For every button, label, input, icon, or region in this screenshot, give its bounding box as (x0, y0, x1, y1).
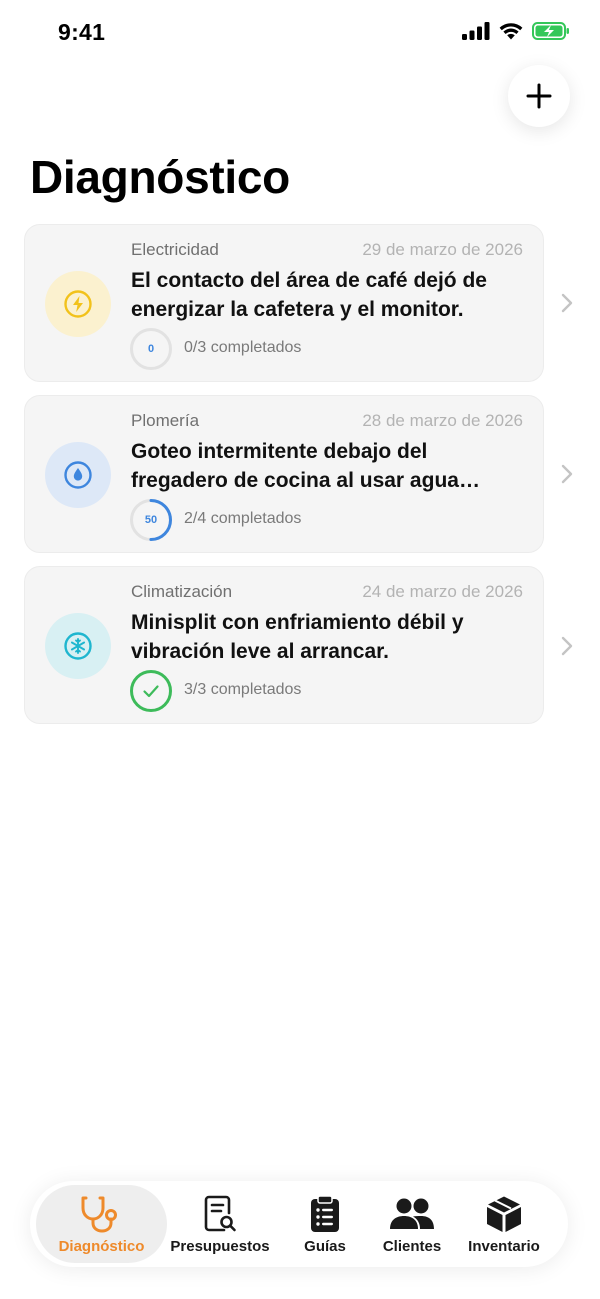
tab-inventario[interactable]: Inventario (458, 1185, 550, 1263)
card-date: 28 de marzo de 2026 (362, 411, 523, 430)
chevron-right-icon[interactable] (560, 635, 574, 657)
tab-diagnostico[interactable]: Diagnóstico (36, 1185, 167, 1263)
status-time: 9:41 (58, 19, 106, 45)
progress-percent: 50 (144, 514, 158, 526)
card-category: Climatización (131, 582, 233, 601)
plus-icon (526, 83, 552, 109)
cellular-signal-icon (462, 22, 490, 40)
battery-charging-icon (532, 22, 569, 40)
card-title: El contacto del área de café dejó de ene… (131, 269, 487, 321)
tab-presupuestos[interactable]: Presupuestos (168, 1185, 272, 1263)
clipboard-list-icon (311, 1195, 339, 1232)
card-icon-circle (45, 271, 111, 337)
tab-label: Diagnóstico (58, 1238, 145, 1255)
progress-ring-complete (129, 669, 173, 713)
progress-ring: 0 (129, 327, 173, 371)
card-icon-circle (45, 613, 111, 679)
stethoscope-icon (81, 1196, 117, 1233)
progress-percent: 0 (147, 343, 155, 355)
page-title: Diagnóstico (30, 151, 290, 203)
diagnostic-card-plomeria[interactable]: Plomería 28 de marzo de 2026 Goteo inter… (24, 395, 544, 553)
progress-text: 3/3 completados (184, 681, 302, 698)
tab-label: Presupuestos (170, 1238, 270, 1255)
add-diagnostic-button[interactable] (508, 65, 570, 127)
card-date: 24 de marzo de 2026 (362, 582, 523, 601)
people-icon (390, 1198, 434, 1229)
chevron-right-icon[interactable] (560, 463, 574, 485)
tab-clientes[interactable]: Clientes (370, 1185, 454, 1263)
progress-text: 2/4 completados (184, 510, 302, 527)
progress-ring: 50 (129, 498, 173, 542)
card-date: 29 de marzo de 2026 (362, 240, 523, 259)
water-drop-icon (64, 461, 92, 489)
box-icon (487, 1196, 521, 1232)
document-search-icon (204, 1195, 236, 1232)
diagnostic-card-electricidad[interactable]: Electricidad 29 de marzo de 2026 El cont… (24, 224, 544, 382)
wifi-icon (499, 23, 523, 40)
card-icon-circle (45, 442, 111, 508)
card-category: Electricidad (131, 240, 219, 259)
progress-text: 0/3 completados (184, 339, 302, 356)
tab-bar: Diagnóstico Presupuestos Guías Clientes … (30, 1181, 568, 1267)
tab-label: Inventario (468, 1238, 540, 1255)
status-icons (462, 22, 570, 40)
tab-label: Guías (304, 1238, 346, 1255)
diagnostic-card-climatizacion[interactable]: Climatización 24 de marzo de 2026 Minisp… (24, 566, 544, 724)
lightning-bolt-icon (64, 290, 92, 318)
chevron-right-icon[interactable] (560, 292, 574, 314)
card-title: Minisplit con enfriamiento débil y vibra… (131, 611, 464, 663)
tab-guias[interactable]: Guías (282, 1185, 368, 1263)
tab-label: Clientes (382, 1238, 442, 1255)
status-bar: 9:41 (0, 0, 600, 66)
snowflake-icon (64, 632, 92, 660)
checkmark-icon (143, 685, 159, 698)
card-title: Goteo intermitente debajo del fregadero … (131, 440, 459, 492)
card-category: Plomería (131, 411, 200, 430)
